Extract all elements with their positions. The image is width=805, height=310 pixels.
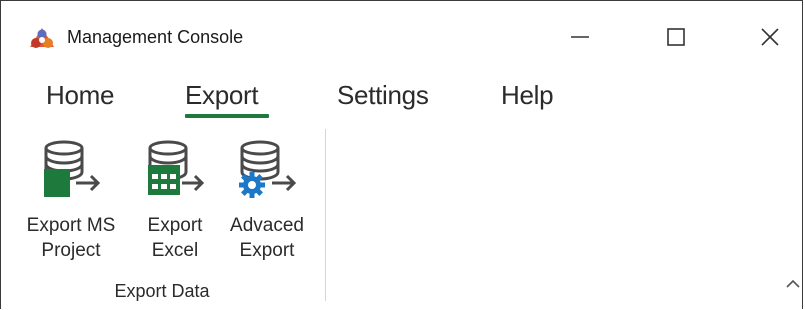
export-ms-project-icon: [44, 140, 101, 197]
maximize-icon: [667, 28, 685, 46]
export-excel-button[interactable]: Export Excel: [135, 129, 215, 269]
app-logo-icon: [30, 28, 54, 48]
close-icon: [761, 28, 779, 46]
ribbon-panel: Export MS Project Export Excel Advaced E…: [1, 129, 802, 310]
title-bar[interactable]: Management Console: [1, 1, 802, 71]
maximize-button[interactable]: [648, 15, 704, 59]
tab-export[interactable]: Export: [185, 77, 259, 117]
minimize-icon: [571, 36, 589, 38]
menu-tabs: Home Export Settings Help: [1, 77, 802, 123]
app-window: Management Console Home Export Settings …: [0, 0, 803, 309]
advanced-export-label: Advaced Export: [230, 215, 304, 261]
tab-home[interactable]: Home: [46, 77, 114, 117]
close-button[interactable]: [742, 15, 798, 59]
chevron-up-icon[interactable]: [785, 277, 801, 289]
minimize-button[interactable]: [552, 15, 608, 59]
active-tab-indicator: [185, 114, 269, 118]
export-ms-project-label: Export MS Project: [26, 215, 116, 261]
window-title: Management Console: [67, 27, 244, 47]
tab-settings[interactable]: Settings: [337, 77, 429, 117]
ribbon-group-label: Export Data: [114, 281, 210, 301]
export-excel-icon: [148, 140, 205, 195]
ribbon-group-separator: [325, 129, 326, 301]
export-ms-project-button[interactable]: Export MS Project: [19, 129, 123, 269]
tab-help[interactable]: Help: [501, 77, 554, 117]
advanced-export-icon: [239, 140, 297, 198]
advanced-export-button[interactable]: Advaced Export: [219, 129, 315, 269]
export-excel-label: Export Excel: [147, 215, 203, 261]
